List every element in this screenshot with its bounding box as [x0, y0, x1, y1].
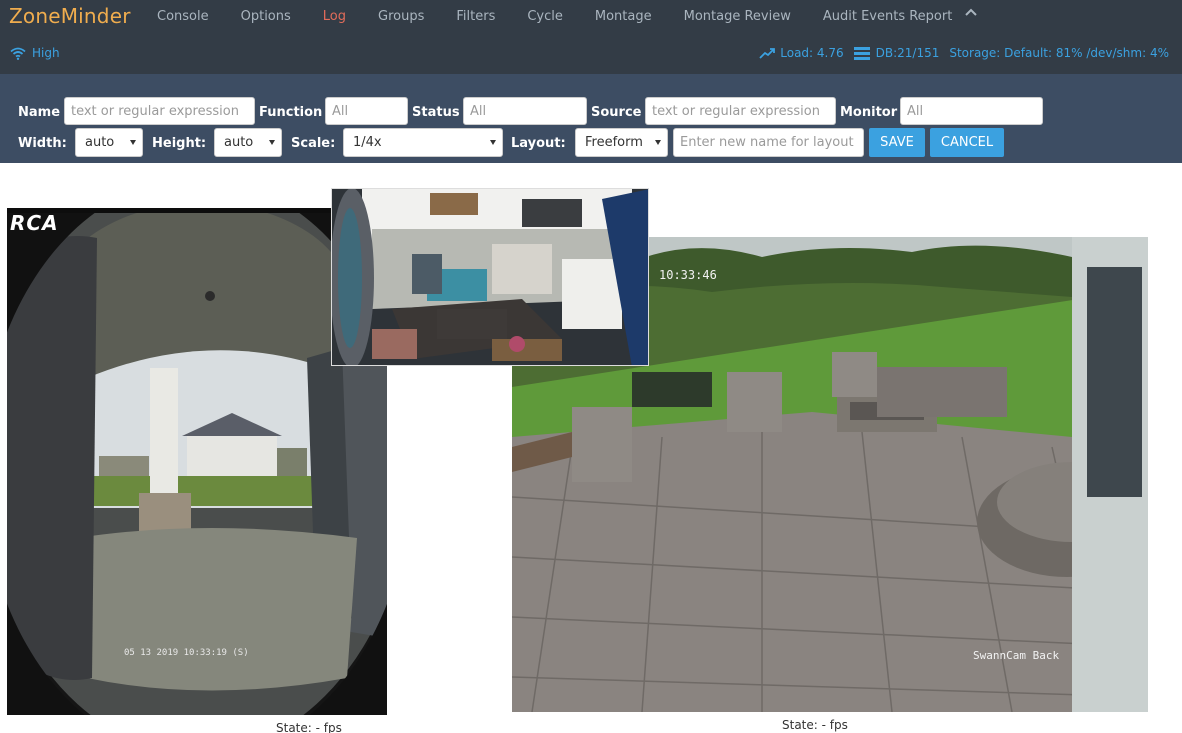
- layout-name-input[interactable]: Enter new name for layout: [673, 128, 864, 157]
- living-room-feed: [332, 189, 648, 365]
- nav-montage[interactable]: Montage: [579, 9, 668, 25]
- nav-montage-review[interactable]: Montage Review: [668, 9, 807, 25]
- save-button[interactable]: SAVE: [869, 128, 925, 157]
- front-porch-feed: [7, 208, 387, 715]
- monitor-filter-input[interactable]: All: [900, 97, 1043, 125]
- layout-label: Layout:: [511, 136, 566, 151]
- cancel-button[interactable]: CANCEL: [930, 128, 1004, 157]
- trend-up-icon: [759, 48, 776, 59]
- filter-bar: Name text or regular expression Function…: [0, 74, 1182, 163]
- nav-groups[interactable]: Groups: [362, 9, 440, 25]
- nav-audit-events-report[interactable]: Audit Events Report: [807, 9, 968, 25]
- layout-select[interactable]: Freeform: [575, 128, 668, 157]
- monitor-front-porch[interactable]: RCA 05 13 2019 10:33:19 (S): [7, 208, 387, 715]
- nav-console[interactable]: Console: [141, 9, 225, 25]
- rca-logo: RCA: [10, 211, 59, 235]
- bandwidth-label: High: [32, 46, 60, 60]
- monitor-filter-label: Monitor: [840, 105, 898, 120]
- source-filter-input[interactable]: text or regular expression: [645, 97, 836, 125]
- scale-value: 1/4x: [353, 135, 382, 150]
- caret-down-icon: [490, 140, 496, 145]
- front-timestamp: 05 13 2019 10:33:19 (S): [124, 648, 249, 658]
- name-filter-label: Name: [18, 105, 61, 120]
- width-value: auto: [85, 135, 115, 150]
- nav-filters[interactable]: Filters: [440, 9, 511, 25]
- caret-down-icon: [655, 140, 661, 145]
- height-label: Height:: [152, 136, 207, 151]
- height-select[interactable]: auto: [214, 128, 282, 157]
- nav-log[interactable]: Log: [307, 9, 362, 25]
- status-filter-label: Status: [412, 105, 460, 120]
- top-navbar: ZoneMinder Console Options Log Groups Fi…: [0, 0, 1182, 74]
- function-filter-label: Function: [259, 105, 323, 120]
- bandwidth-status[interactable]: High: [10, 46, 60, 60]
- function-filter-input[interactable]: All: [325, 97, 408, 125]
- monitor-living-room[interactable]: [331, 188, 649, 366]
- width-label: Width:: [18, 136, 67, 151]
- load-status: Load: 4.76: [780, 46, 844, 60]
- nav-options[interactable]: Options: [225, 9, 307, 25]
- nav-cycle[interactable]: Cycle: [511, 9, 579, 25]
- db-status: DB:21/151: [875, 46, 940, 60]
- status-filter-input[interactable]: All: [463, 97, 587, 125]
- database-icon: [853, 46, 870, 60]
- storage-status: Storage: Default: 81% /dev/shm: 4%: [949, 46, 1169, 60]
- back-camera-caption: SwannCam Back: [973, 649, 1060, 662]
- caret-down-icon: [269, 140, 275, 145]
- layout-value: Freeform: [585, 135, 643, 150]
- source-filter-label: Source: [591, 105, 642, 120]
- name-filter-input[interactable]: text or regular expression: [64, 97, 255, 125]
- caret-down-icon: [130, 140, 136, 145]
- system-status: Load: 4.76 DB:21/151 Storage: Default: 8…: [759, 46, 1169, 60]
- height-value: auto: [224, 135, 254, 150]
- back-state: State: - fps: [782, 718, 848, 732]
- nav-menu: Console Options Log Groups Filters Cycle…: [141, 9, 968, 25]
- front-state: State: - fps: [276, 721, 342, 733]
- wifi-icon: [10, 47, 26, 60]
- scale-label: Scale:: [291, 136, 336, 151]
- chevron-up-icon[interactable]: [963, 4, 979, 20]
- width-select[interactable]: auto: [75, 128, 143, 157]
- back-timestamp: 10:33:46: [659, 268, 717, 282]
- brand-logo[interactable]: ZoneMinder: [9, 4, 131, 28]
- scale-select[interactable]: 1/4x: [343, 128, 503, 157]
